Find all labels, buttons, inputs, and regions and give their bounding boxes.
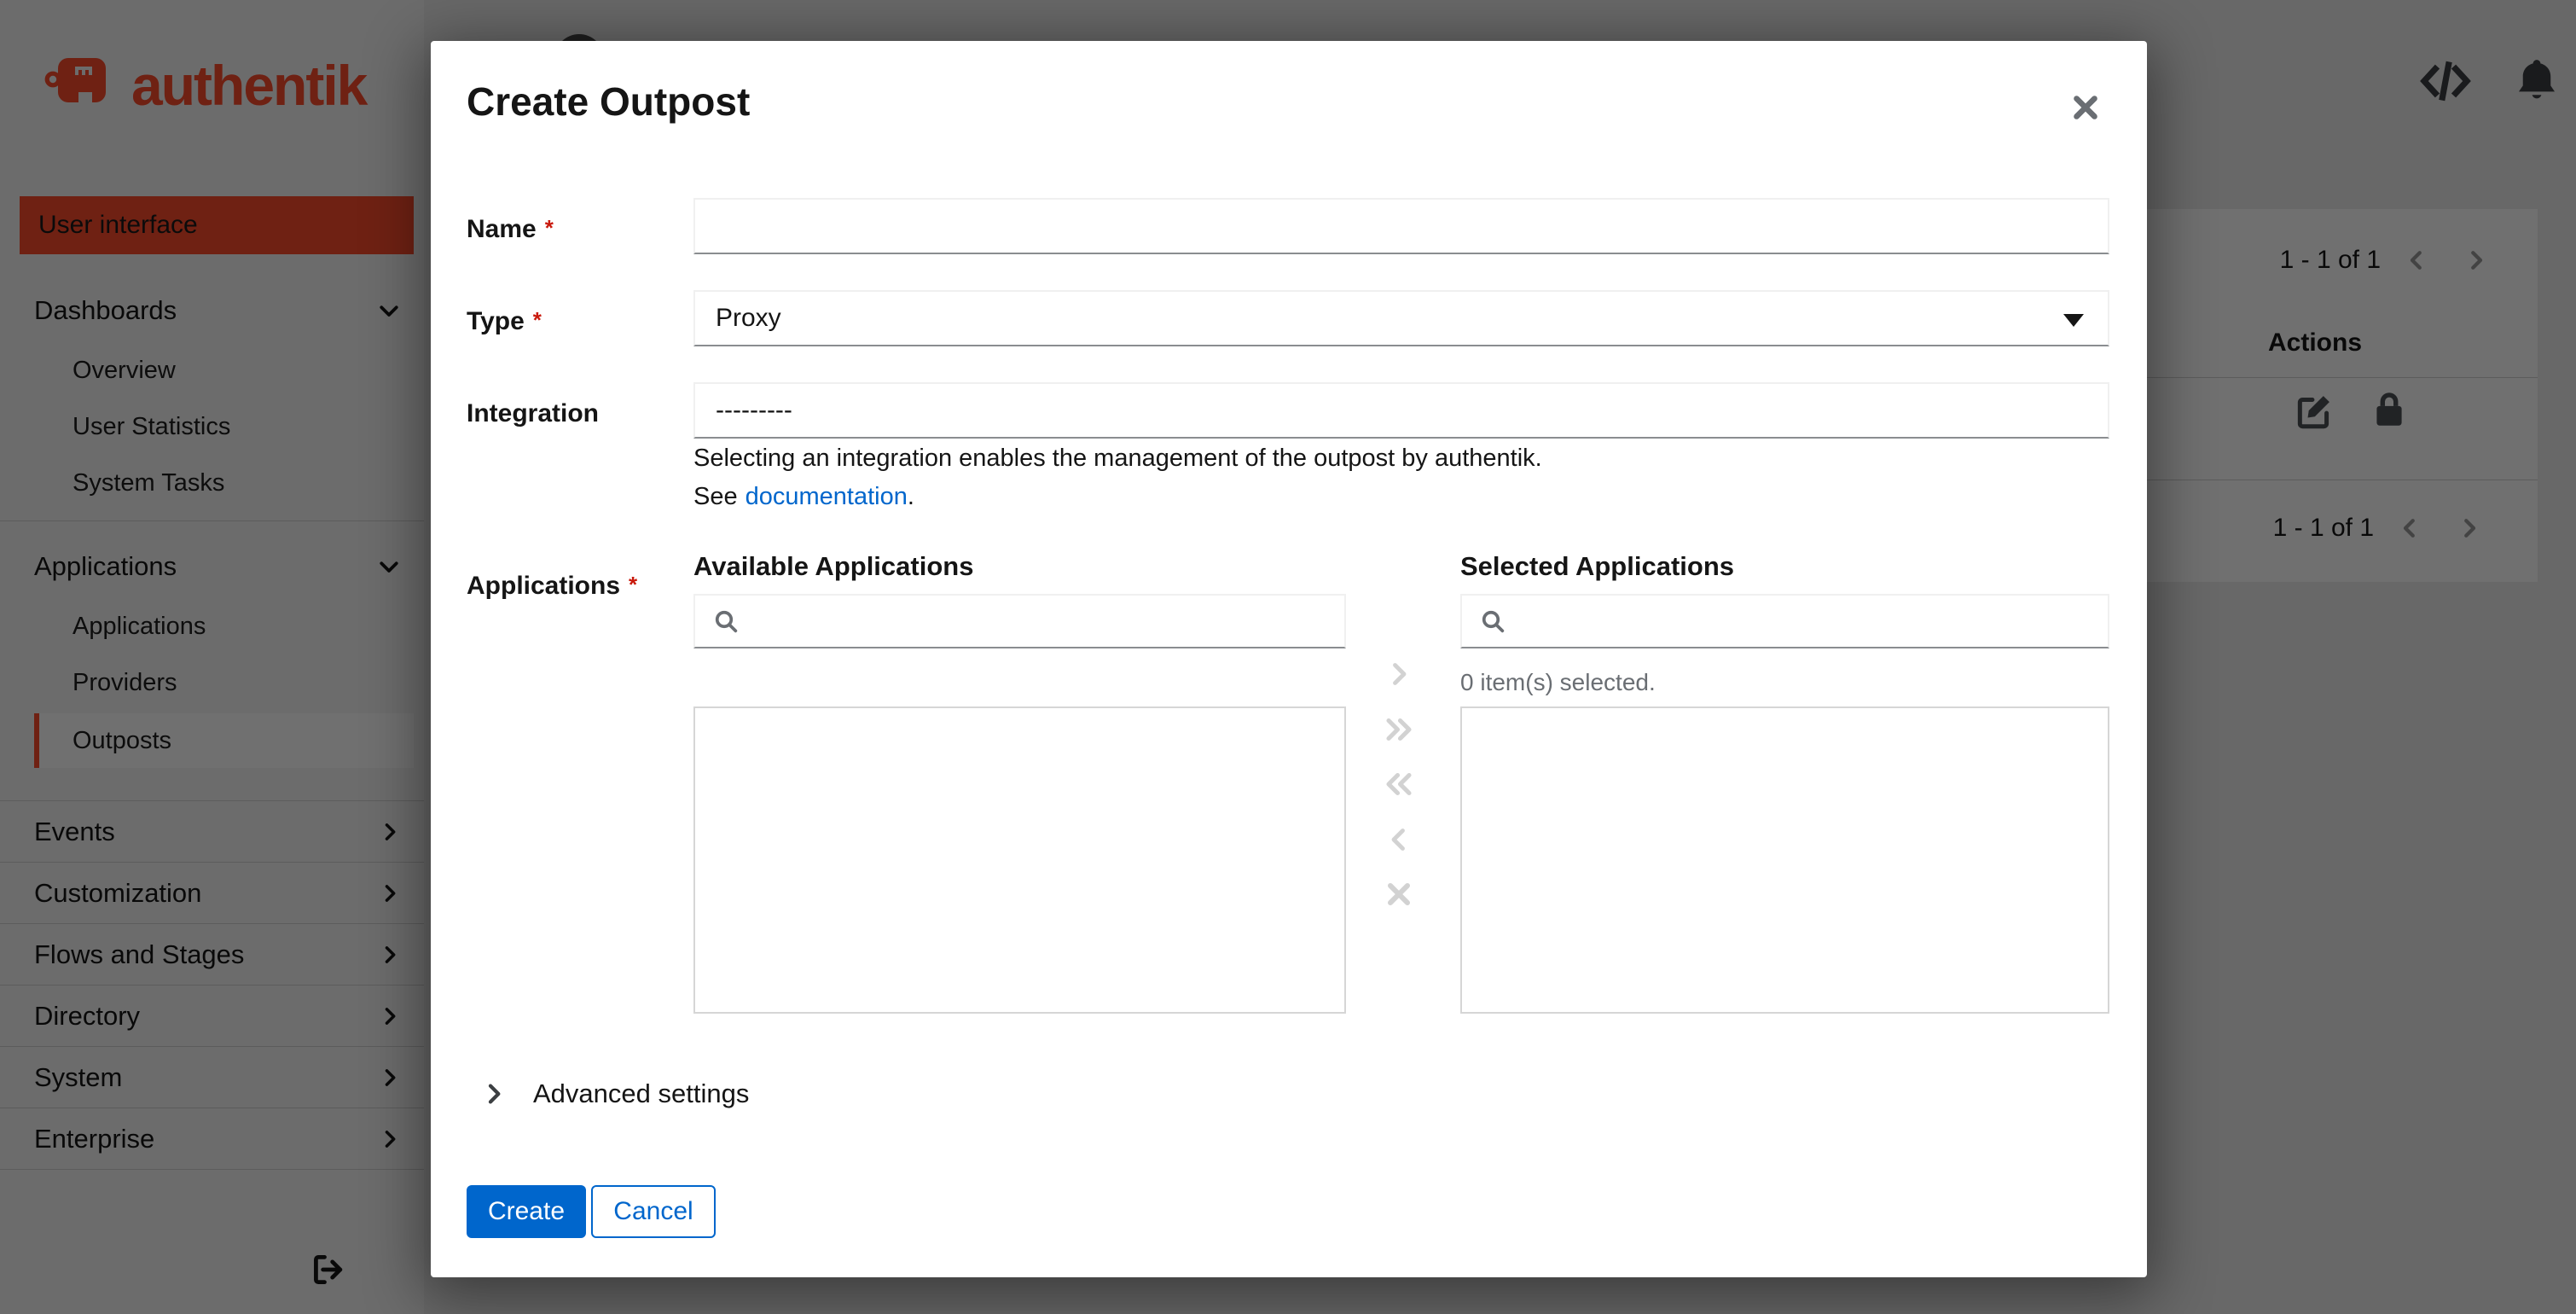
caret-down-icon	[2063, 314, 2084, 327]
selected-search-input[interactable]	[1518, 596, 2108, 647]
create-outpost-modal: Create Outpost Name * Type * Proxy Integra…	[431, 41, 2147, 1277]
name-input[interactable]	[693, 198, 2109, 254]
available-search	[693, 594, 1346, 648]
cancel-button[interactable]: Cancel	[591, 1185, 716, 1238]
selected-search	[1460, 594, 2109, 648]
remove-selected-button[interactable]	[1375, 824, 1423, 855]
close-button[interactable]	[2067, 89, 2104, 126]
available-applications-list[interactable]	[693, 706, 1346, 1014]
integration-select[interactable]: ---------	[693, 382, 2109, 439]
modal-title: Create Outpost	[467, 79, 751, 124]
required-marker: *	[532, 307, 542, 333]
double-angle-left-icon	[1386, 772, 1412, 796]
add-all-button[interactable]	[1375, 712, 1423, 747]
angle-right-icon	[1393, 663, 1407, 685]
integration-label: Integration	[467, 399, 599, 427]
type-select-value: Proxy	[716, 304, 781, 332]
documentation-link[interactable]: documentation	[746, 483, 908, 510]
selected-count-text: 0 item(s) selected.	[1460, 669, 1656, 695]
integration-select-value: ---------	[716, 396, 792, 424]
selected-applications-header: Selected Applications	[1460, 551, 1734, 581]
add-selected-button[interactable]	[1375, 659, 1423, 689]
applications-label: Applications *	[467, 572, 638, 600]
screen: authentik User interface Dashboards Over…	[0, 0, 2576, 1314]
selected-applications-list[interactable]	[1460, 706, 2109, 1014]
angle-left-icon	[1391, 829, 1405, 851]
clear-selection-button[interactable]	[1375, 877, 1423, 911]
search-icon	[715, 610, 738, 633]
integration-doc-line: See documentation.	[693, 483, 914, 510]
close-icon	[2074, 96, 2097, 119]
available-search-input[interactable]	[751, 596, 1344, 647]
name-label: Name *	[467, 215, 554, 243]
type-select[interactable]: Proxy	[693, 290, 2109, 346]
advanced-settings-toggle[interactable]: Advanced settings	[533, 1079, 749, 1109]
integration-help-text: Selecting an integration enables the man…	[693, 445, 1542, 472]
required-marker: *	[629, 572, 638, 597]
double-angle-right-icon	[1386, 718, 1412, 741]
required-marker: *	[544, 215, 554, 241]
create-button[interactable]: Create	[467, 1185, 586, 1238]
expand-chevron-icon[interactable]	[480, 1080, 508, 1108]
type-label: Type *	[467, 307, 542, 335]
clear-x-icon	[1388, 883, 1410, 905]
available-applications-header: Available Applications	[693, 551, 974, 581]
remove-all-button[interactable]	[1375, 766, 1423, 802]
search-icon	[1482, 610, 1505, 633]
